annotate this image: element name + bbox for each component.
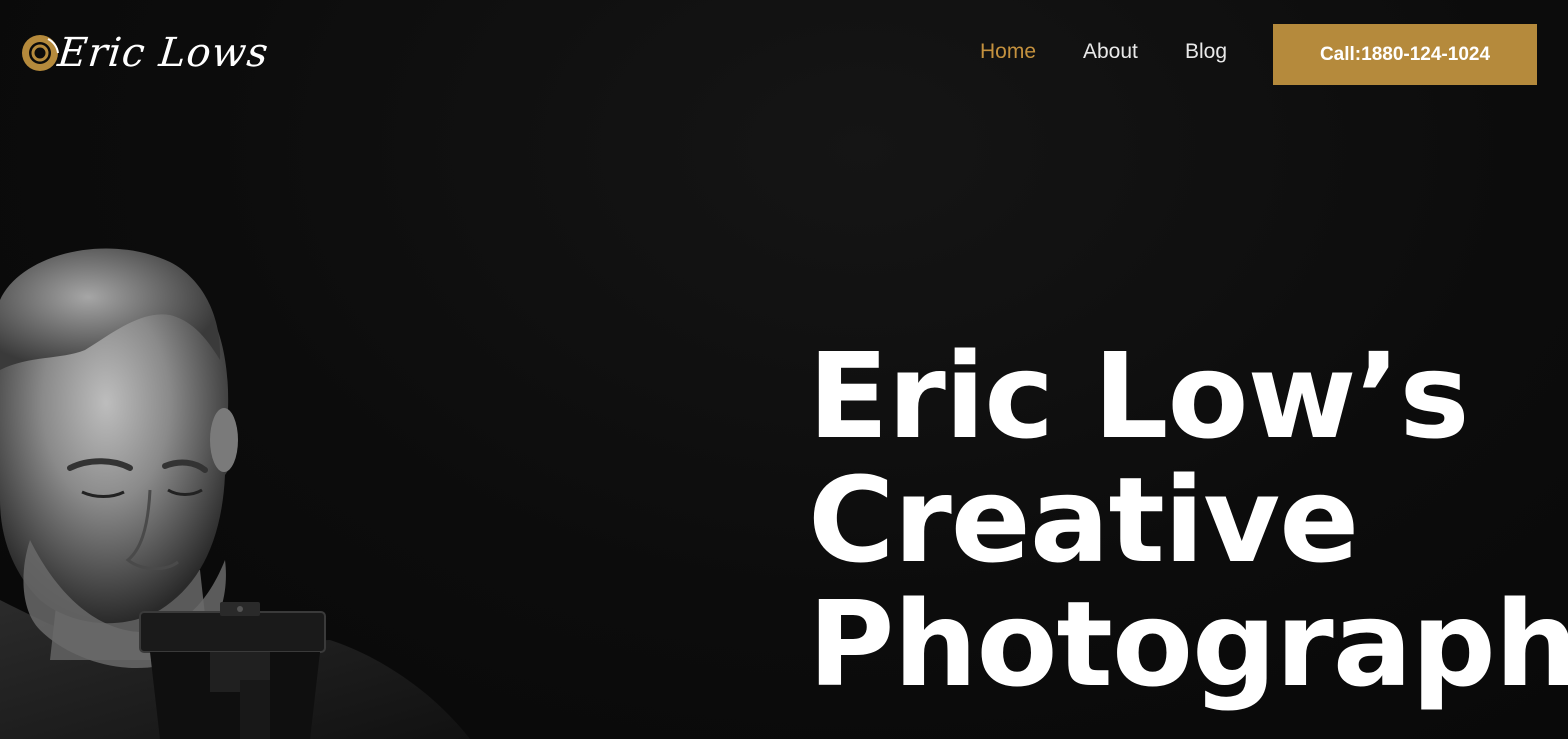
hero-title: Eric Low’s Creative Photograph <box>808 334 1568 706</box>
nav-home[interactable]: Home <box>980 40 1036 64</box>
call-button[interactable]: Call:1880-124-1024 <box>1273 24 1537 85</box>
logo-text: Eric Lows <box>55 30 272 76</box>
hero-title-line-3: Photograph <box>808 575 1568 713</box>
photographer-portrait-image <box>0 248 470 739</box>
nav-blog[interactable]: Blog <box>1185 40 1227 64</box>
hero-title-line-1: Eric Low’s <box>808 327 1470 465</box>
nav-about[interactable]: About <box>1083 40 1138 64</box>
hero-title-line-2: Creative <box>808 451 1359 589</box>
page: Eric Lows Home About Blog Call:1880-124-… <box>0 0 1568 739</box>
site-header: Eric Lows Home About Blog Call:1880-124-… <box>0 0 1568 110</box>
site-logo[interactable]: Eric Lows <box>18 28 272 78</box>
